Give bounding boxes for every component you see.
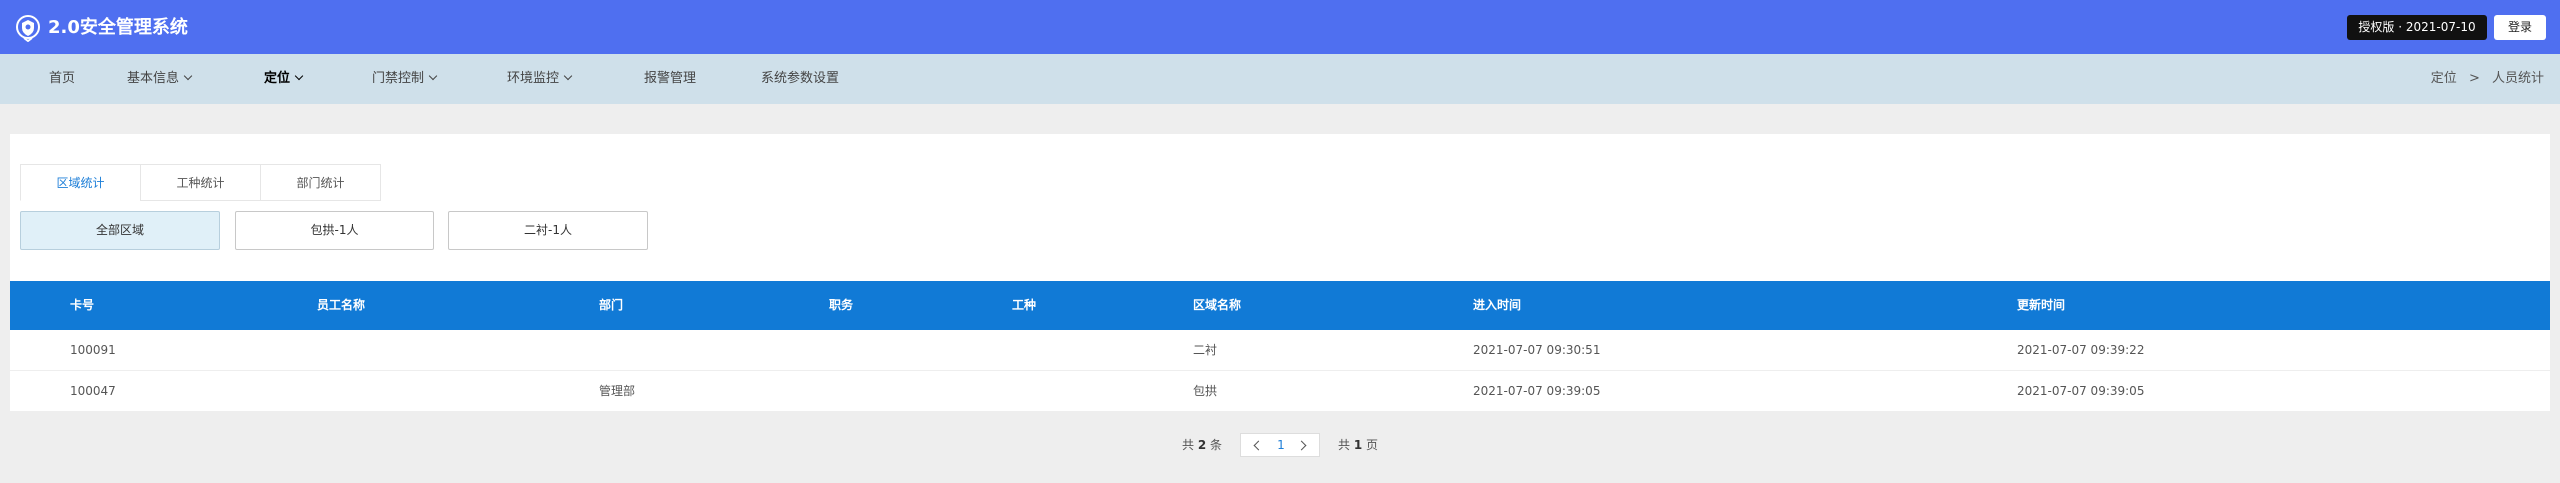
cell-enter-time: 2021-07-07 09:39:05 (1473, 384, 1601, 398)
app-title: 2.0安全管理系统 (48, 17, 188, 38)
nav-item-label: 环境监控 (507, 71, 560, 86)
nav-item-label: 首页 (49, 71, 76, 86)
nav-item-label: 基本信息 (127, 71, 180, 86)
breadcrumb-current: 人员统计 (2491, 71, 2544, 86)
login-button[interactable]: 登录 (2494, 15, 2546, 40)
table-row[interactable]: 100091 二衬 2021-07-07 09:30:51 2021-07-07… (10, 330, 2550, 371)
nav-item-label: 报警管理 (644, 71, 697, 86)
license-badge: 授权版 · 2021-07-10 (2347, 15, 2487, 40)
pager-total: 共 2 条 (1182, 430, 1222, 460)
cell-card-no: 100091 (70, 343, 116, 357)
table-header: 卡号 员工名称 部门 职务 工种 区域名称 进入时间 更新时间 (10, 281, 2550, 330)
chevron-left-icon[interactable] (1245, 434, 1269, 456)
cell-card-no: 100047 (70, 384, 116, 398)
col-header-update-time: 更新时间 (2017, 298, 2066, 312)
pager-pages-prefix: 共 (1338, 438, 1351, 452)
nav-item-alarm[interactable]: 报警管理 (644, 54, 696, 104)
nav-item-access-control[interactable]: 门禁控制 (372, 54, 438, 104)
col-header-position: 职务 (829, 298, 854, 312)
pagination: 共 2 条 1 共 1 页 (0, 430, 2560, 460)
col-header-card-no: 卡号 (70, 298, 95, 312)
nav-item-positioning[interactable]: 定位 (264, 54, 304, 104)
nav-item-basic-info[interactable]: 基本信息 (127, 54, 193, 104)
pager-total-suffix: 条 (1210, 438, 1223, 452)
breadcrumb-parent[interactable]: 定位 (2431, 71, 2457, 86)
top-header: 2.0安全管理系统 授权版 · 2021-07-10 登录 (0, 0, 2560, 54)
pager-pages: 共 1 页 (1338, 430, 1378, 460)
chevron-down-icon (294, 71, 304, 81)
col-header-department: 部门 (599, 298, 624, 312)
cell-update-time: 2021-07-07 09:39:05 (2017, 384, 2145, 398)
nav-item-label: 系统参数设置 (761, 71, 840, 86)
cell-area-name: 二衬 (1193, 343, 1218, 357)
col-header-employee-name: 员工名称 (317, 298, 366, 312)
stats-tabs: 区域统计 工种统计 部门统计 (20, 164, 381, 201)
cell-department: 管理部 (599, 384, 636, 398)
nav-item-settings[interactable]: 系统参数设置 (761, 54, 839, 104)
pager-total-count: 2 (1197, 438, 1207, 452)
nav-item-home[interactable]: 首页 (49, 54, 75, 104)
tab-area-stats[interactable]: 区域统计 (20, 164, 141, 201)
chevron-down-icon (563, 71, 573, 81)
cell-update-time: 2021-07-07 09:39:22 (2017, 343, 2145, 357)
area-filter-2[interactable]: 二衬-1人 (448, 211, 648, 250)
cell-area-name: 包拱 (1193, 384, 1218, 398)
col-header-work-type: 工种 (1012, 298, 1037, 312)
col-header-area-name: 区域名称 (1193, 298, 1242, 312)
nav-item-label: 定位 (264, 71, 291, 86)
shield-logo-icon (16, 15, 40, 42)
page-number[interactable]: 1 (1271, 434, 1291, 456)
table-row[interactable]: 100047 管理部 包拱 2021-07-07 09:39:05 2021-0… (10, 371, 2550, 412)
pager-pages-suffix: 页 (1366, 438, 1379, 452)
nav-item-label: 门禁控制 (372, 71, 425, 86)
pager-pages-count: 1 (1353, 438, 1363, 452)
chevron-down-icon (428, 71, 438, 81)
nav-item-env-monitor[interactable]: 环境监控 (507, 54, 573, 104)
chevron-down-icon (183, 71, 193, 81)
area-filter-all[interactable]: 全部区域 (20, 211, 220, 250)
tab-worktype-stats[interactable]: 工种统计 (140, 164, 261, 201)
pager-controls: 1 (1240, 433, 1320, 457)
chevron-right-icon[interactable] (1291, 434, 1315, 456)
breadcrumb-separator: > (2468, 71, 2480, 86)
breadcrumb: 定位 > 人员统计 (2427, 54, 2548, 104)
area-filter-1[interactable]: 包拱-1人 (235, 211, 434, 250)
cell-enter-time: 2021-07-07 09:30:51 (1473, 343, 1601, 357)
personnel-table: 卡号 员工名称 部门 职务 工种 区域名称 进入时间 更新时间 100091 二… (10, 281, 2550, 412)
main-nav: 首页 基本信息 定位 门禁控制 环境监控 报警管理 系统参数设置 定位 > 人员… (0, 54, 2560, 104)
col-header-enter-time: 进入时间 (1473, 298, 1522, 312)
pager-total-prefix: 共 (1182, 438, 1195, 452)
tab-department-stats[interactable]: 部门统计 (260, 164, 381, 201)
